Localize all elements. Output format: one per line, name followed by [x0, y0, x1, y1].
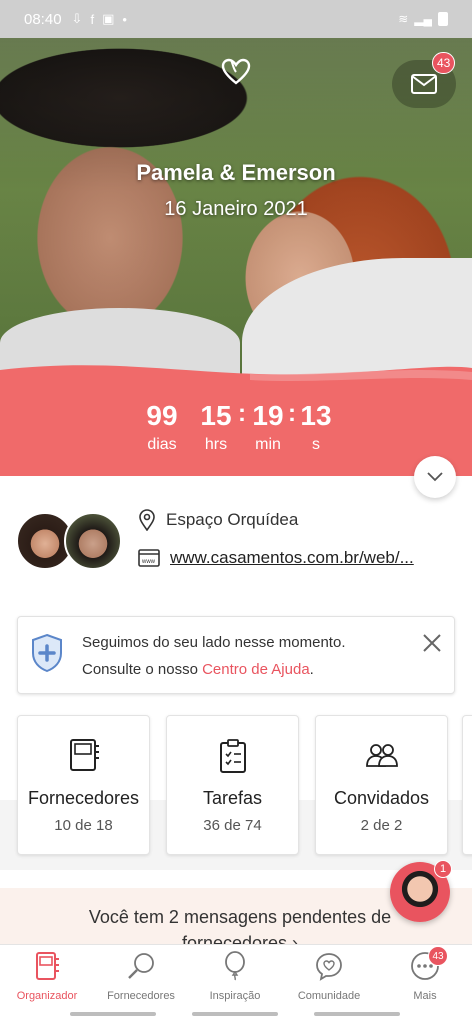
organizer-book-icon: [36, 952, 59, 980]
notification-dot: •: [122, 11, 127, 27]
chat-badge: 1: [434, 860, 452, 878]
countdown-hours-value: 15: [200, 400, 232, 431]
clipboard-checklist-icon: [167, 738, 298, 774]
nav-mais[interactable]: Mais: [378, 951, 472, 1002]
website-row[interactable]: www www.casamentos.com.br/web/...: [138, 548, 456, 568]
wedding-date: 16 Janeiro 2021: [164, 198, 308, 220]
messages-badge: 43: [432, 52, 456, 74]
wifi-icon: ≋: [398, 12, 409, 26]
download-icon: ⇩: [71, 11, 83, 26]
nav-label: Organizador: [16, 990, 78, 1002]
countdown-hours: 15 hrs: [196, 400, 236, 454]
help-line-2-suffix: .: [309, 661, 314, 678]
browser-icon: www: [138, 549, 160, 567]
help-line-1: Seguimos do seu lado nesse momento.: [82, 634, 346, 651]
system-back-gesture[interactable]: [70, 1012, 156, 1016]
nav-fornecedores[interactable]: Fornecedores: [94, 951, 188, 1002]
status-time: 08:40: [24, 10, 62, 28]
facebook-icon: f: [90, 11, 95, 27]
magnifier-icon: [128, 953, 154, 979]
help-line-2: Consulte o nosso Centro de Ajuda.: [82, 656, 402, 683]
card-convidados[interactable]: Convidados 2 de 2: [315, 715, 448, 855]
system-recents-gesture[interactable]: [314, 1012, 400, 1016]
countdown-separator: :: [288, 400, 296, 427]
countdown-days-value: 99: [146, 400, 178, 431]
countdown-days: 99 dias: [140, 400, 184, 454]
status-bar: 08:40 ⇩ f ▣ • ≋ ▂▄: [0, 0, 472, 38]
countdown: 99 dias 15 hrs : 19 min : 13 s: [0, 360, 472, 476]
venue-name: Espaço Orquídea: [166, 510, 299, 529]
countdown-minutes-label: min: [255, 436, 281, 453]
nav-label: Inspiração: [209, 990, 261, 1002]
card-progress: 2 de 2: [360, 817, 403, 834]
card-title: Tarefas: [202, 788, 263, 808]
battery-icon: [438, 12, 448, 26]
help-message: Seguimos do seu lado nesse momento. Cons…: [82, 629, 402, 683]
shield-plus-icon: [32, 633, 62, 673]
card-title: Fornecedores: [27, 788, 140, 808]
countdown-days-label: dias: [147, 436, 177, 453]
status-indicators: ≋ ▂▄: [398, 12, 448, 26]
card-progress: 10 de 18: [54, 817, 113, 834]
countdown-hours-label: hrs: [204, 436, 228, 453]
chevron-down-icon: [427, 472, 443, 482]
balloon-icon: [225, 951, 245, 981]
countdown-minutes: 19 min: [248, 400, 288, 454]
gallery-icon: ▣: [102, 11, 115, 26]
card-progress: 36 de 74: [203, 817, 262, 834]
location-pin-icon: [139, 509, 155, 531]
guests-icon: [316, 738, 447, 774]
nav-organizador[interactable]: Organizador: [0, 951, 94, 1002]
website-link[interactable]: www.casamentos.com.br/web/...: [170, 548, 456, 568]
close-icon[interactable]: [420, 631, 444, 655]
help-center-link[interactable]: Centro de Ajuda: [202, 661, 310, 678]
heart-logo-icon: [221, 58, 251, 85]
vendors-book-icon: [18, 738, 149, 774]
svg-text:www: www: [141, 559, 156, 565]
card-tarefas[interactable]: Tarefas 36 de 74: [166, 715, 299, 855]
chat-heart-icon: [316, 953, 342, 981]
countdown-background: [0, 365, 472, 476]
expand-button[interactable]: [414, 456, 456, 498]
countdown-seconds: 13 s: [298, 400, 334, 454]
countdown-seconds-label: s: [312, 436, 320, 453]
countdown-seconds-value: 13: [300, 400, 332, 431]
card-title: Convidados: [333, 788, 430, 808]
help-line-2-prefix: Consulte o nosso: [82, 661, 203, 678]
countdown-separator: :: [238, 400, 246, 427]
system-home-gesture[interactable]: [192, 1012, 278, 1016]
avatar-partner-2[interactable]: [64, 512, 122, 570]
nav-comunidade[interactable]: Comunidade: [282, 951, 376, 1002]
nav-label: Mais: [413, 990, 437, 1002]
venue-row[interactable]: Espaço Orquídea: [138, 509, 298, 531]
more-badge: 43: [428, 946, 448, 966]
card-fornecedores[interactable]: Fornecedores 10 de 18: [17, 715, 150, 855]
help-card: Seguimos do seu lado nesse momento. Cons…: [17, 616, 455, 694]
nav-label: Comunidade: [297, 990, 361, 1002]
signal-icon: ▂▄: [414, 12, 432, 26]
couple-name: Pamela & Emerson: [136, 160, 336, 185]
countdown-minutes-value: 19: [252, 400, 284, 431]
nav-inspiracao[interactable]: Inspiração: [188, 951, 282, 1002]
couple-photo: Pamela & Emerson 16 Janeiro 2021: [0, 38, 472, 378]
envelope-icon: [411, 74, 437, 94]
nav-label: Fornecedores: [107, 990, 175, 1002]
card-next-partial[interactable]: [462, 715, 472, 855]
